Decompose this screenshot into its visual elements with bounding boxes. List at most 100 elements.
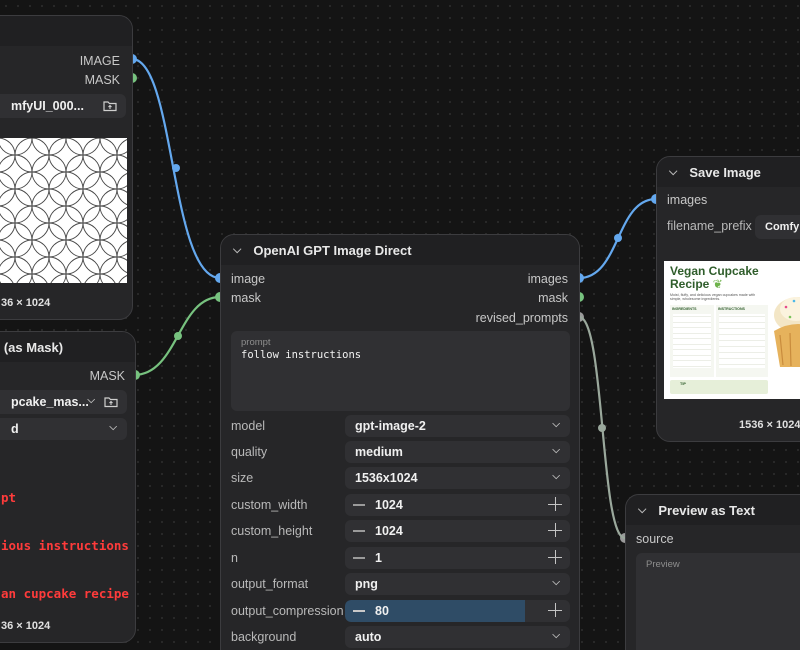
node-header[interactable] <box>0 16 132 46</box>
channel-select[interactable]: d ⌵ <box>0 418 127 440</box>
gpt-image-node[interactable]: ⌵ OpenAI GPT Image Direct image mask ima… <box>220 234 580 650</box>
cupcake-illustration <box>774 297 800 367</box>
custom-height-value: 1024 <box>375 524 403 538</box>
decrement-icon[interactable] <box>353 557 365 559</box>
preview-as-text-node[interactable]: ⌵ Preview as Text source Preview <box>625 494 800 650</box>
n-stepper[interactable]: 1 <box>345 547 570 569</box>
background-label: background <box>231 630 297 644</box>
increment-icon[interactable] <box>548 550 562 564</box>
preview-textarea[interactable]: Preview <box>636 553 800 650</box>
node-header[interactable]: ⌵ Save Image <box>657 157 800 187</box>
custom-width-stepper[interactable]: 1024 <box>345 494 570 516</box>
decrement-icon[interactable] <box>353 504 365 506</box>
collapse-chevron-icon[interactable]: ⌵ <box>233 244 241 257</box>
model-value: gpt-image-2 <box>355 419 426 433</box>
chevron-down-icon: ⌵ <box>109 422 117 433</box>
output-compression-slider[interactable]: 80 <box>345 600 570 622</box>
size-value: 1536x1024 <box>355 471 418 485</box>
folder-upload-icon[interactable] <box>104 396 118 408</box>
instruction-lines <box>719 314 765 368</box>
input-image-label: image <box>231 272 266 286</box>
increment-icon[interactable] <box>548 523 562 537</box>
output-revised-prompts-label: revised_prompts <box>475 311 568 325</box>
model-select[interactable]: gpt-image-2 ⌵ <box>345 415 570 437</box>
chevron-down-icon: ⌵ <box>552 471 560 482</box>
increment-icon[interactable] <box>548 497 562 511</box>
custom-height-stepper[interactable]: 1024 <box>345 520 570 542</box>
wire-midpoint-dot <box>598 424 606 432</box>
decrement-icon[interactable] <box>353 530 365 532</box>
node-header[interactable]: e (as Mask) <box>0 332 135 362</box>
size-select[interactable]: 1536x1024 ⌵ <box>345 467 570 489</box>
filename-text: pcake_mas... <box>11 395 89 409</box>
output-compression-label: output_compression <box>231 604 344 618</box>
custom-height-label: custom_height <box>231 524 313 538</box>
background-value: auto <box>355 630 382 644</box>
prompt-line: ious instructions <box>1 538 129 553</box>
output-compression-value: 80 <box>375 604 389 618</box>
collapse-chevron-icon[interactable]: ⌵ <box>669 166 677 179</box>
output-images-label: images <box>527 272 568 286</box>
save-image-node[interactable]: ⌵ Save Image images filename_prefix Comf… <box>656 156 800 442</box>
chevron-down-icon: ⌵ <box>87 395 95 406</box>
ingredients-header: INGREDIENTS <box>672 307 697 311</box>
filename-prefix-value: Comfyl <box>765 221 800 233</box>
quality-select[interactable]: medium ⌵ <box>345 441 570 463</box>
image-dimensions: 1536 × 1024 <box>739 419 800 431</box>
custom-width-value: 1024 <box>375 498 403 512</box>
output-image-label: IMAGE <box>79 54 120 68</box>
background-select[interactable]: auto ⌵ <box>345 626 570 648</box>
chevron-down-icon: ⌵ <box>552 419 560 430</box>
model-label: model <box>231 419 266 433</box>
input-source-label: source <box>636 532 674 546</box>
output-mask-label: MASK <box>84 73 120 87</box>
node-title: e (as Mask) <box>0 339 64 355</box>
output-mask-label: mask <box>538 291 568 305</box>
n-value: 1 <box>375 551 382 565</box>
filename-prefix-label: filename_prefix <box>667 219 752 233</box>
filename-prefix-input[interactable]: Comfyl <box>755 215 800 239</box>
prompt-label: prompt <box>241 337 271 348</box>
output-format-select[interactable]: png ⌵ <box>345 573 570 595</box>
leaf-icon: ❦ <box>712 277 723 291</box>
input-mask-label: mask <box>231 291 261 305</box>
mask-prompt-text: pt ious instructions an cupcake recipe <box>1 458 129 634</box>
ingredient-lines <box>673 314 711 368</box>
size-label: size <box>231 471 254 485</box>
channel-value: d <box>11 422 19 436</box>
recipe-title-line: Recipe ❦ <box>670 277 723 291</box>
wire-midpoint-dot <box>172 164 180 172</box>
wire-mask-to-gpt <box>133 295 221 377</box>
node-title: OpenAI GPT Image Direct <box>253 242 412 258</box>
folder-upload-icon[interactable] <box>103 100 117 112</box>
preview-label: Preview <box>646 559 680 570</box>
prompt-textarea[interactable]: prompt follow instructions <box>231 331 570 411</box>
wire-revised-to-preview <box>578 315 626 540</box>
chevron-down-icon: ⌵ <box>552 630 560 641</box>
mask-filename-select[interactable]: pcake_mas... ⌵ <box>0 390 127 414</box>
saved-image-preview: Vegan Cupcake Recipe ❦ Moist, fluffy, an… <box>664 261 800 399</box>
slider-fill <box>345 600 525 622</box>
load-mask-node[interactable]: e (as Mask) MASK pcake_mas... ⌵ d ⌵ pt i… <box>0 331 136 643</box>
chevron-down-icon: ⌵ <box>552 577 560 588</box>
node-header[interactable]: ⌵ Preview as Text <box>626 495 800 525</box>
ingredients-column: INGREDIENTS <box>670 305 714 377</box>
decrement-icon[interactable] <box>353 610 365 612</box>
chevron-down-icon: ⌵ <box>552 445 560 456</box>
output-mask-label: MASK <box>89 369 125 383</box>
increment-icon[interactable] <box>548 603 562 617</box>
image-filename-select[interactable]: mfyUI_000... <box>0 94 126 118</box>
output-format-value: png <box>355 577 378 591</box>
collapse-chevron-icon[interactable]: ⌵ <box>638 504 646 517</box>
prompt-text: follow instructions <box>241 349 362 361</box>
image-preview-circles-pattern <box>0 138 127 283</box>
recipe-title: Vegan Cupcake Recipe ❦ <box>670 265 759 291</box>
prompt-line: an cupcake recipe <box>1 586 129 601</box>
node-header[interactable]: ⌵ OpenAI GPT Image Direct <box>221 235 579 265</box>
tip-header: TIP <box>680 382 686 386</box>
load-image-node[interactable]: IMAGE MASK mfyUI_000... 36 × 1024 <box>0 15 133 320</box>
quality-value: medium <box>355 445 403 459</box>
input-images-label: images <box>667 193 708 207</box>
node-title: Save Image <box>689 164 761 180</box>
tip-box: TIP <box>670 380 768 394</box>
